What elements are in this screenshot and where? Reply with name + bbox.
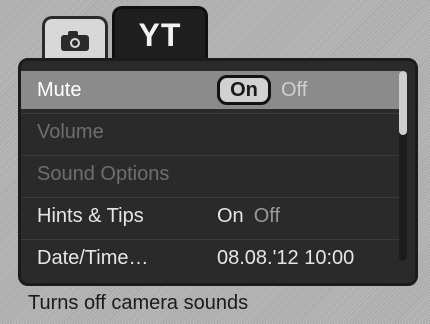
menu-row-volume[interactable]: Volume [21, 113, 401, 151]
menu-row-label: Mute [37, 78, 82, 101]
menu-row-hints-tips[interactable]: Hints & Tips On Off [21, 197, 401, 235]
menu-scrollbar-thumb[interactable] [399, 71, 407, 135]
alternate-value[interactable]: Off [254, 205, 280, 228]
menu-row-sound-options[interactable]: Sound Options [21, 155, 401, 193]
menu-row-label: Sound Options [37, 163, 170, 185]
menu-tabs: YT [42, 6, 242, 62]
menu-scrollbar[interactable] [399, 71, 407, 261]
settings-menu-panel: Mute On Off Volume Sound Options Hints &… [18, 58, 418, 286]
help-hint-text: Turns off camera sounds [28, 291, 249, 314]
menu-row-mute[interactable]: Mute On Off [21, 71, 401, 109]
tab-settings[interactable]: YT [112, 6, 208, 62]
menu-row-label: Hints & Tips [37, 205, 144, 227]
menu-row-value: 08.08.'12 10:00 [217, 247, 364, 270]
alternate-value[interactable]: Off [281, 79, 307, 102]
menu-row-value: On Off [217, 205, 280, 228]
menu-row-current-value[interactable]: On [217, 205, 244, 228]
menu-row-label: Date/Time… [37, 247, 149, 269]
menu-row-date-time[interactable]: Date/Time… 08.08.'12 10:00 [21, 239, 401, 277]
tab-settings-label: YT [138, 17, 182, 53]
menu-row-value: On Off [217, 75, 307, 105]
menu-row-label: Volume [37, 121, 104, 143]
menu-row-current-value: 08.08.'12 10:00 [217, 247, 355, 269]
camera-icon [61, 30, 89, 51]
tab-camera[interactable] [42, 16, 108, 62]
help-hint: Turns off camera sounds [18, 288, 418, 318]
camera-menu-screen: YT Mute On Off Volume Sound Options Hint… [0, 0, 430, 324]
selected-value-pill[interactable]: On [217, 75, 271, 105]
